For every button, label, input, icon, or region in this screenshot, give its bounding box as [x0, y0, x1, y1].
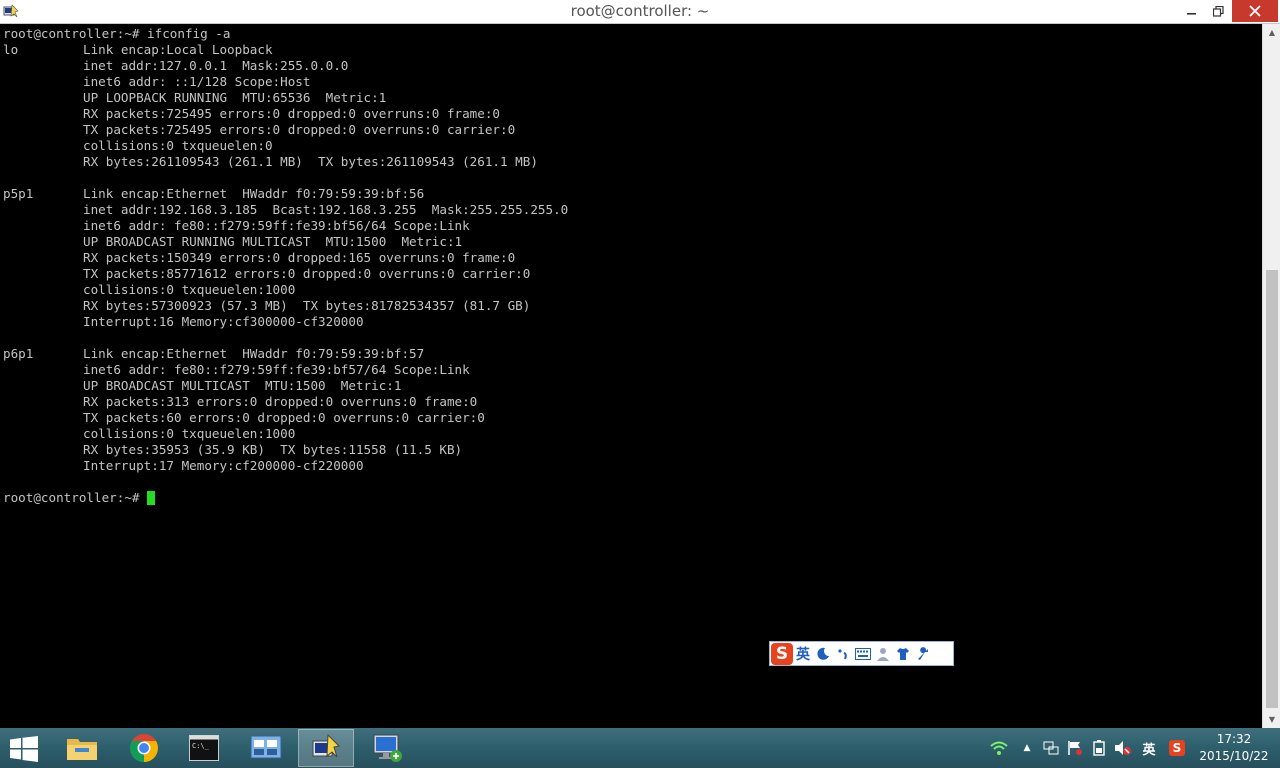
terminal-line-6-col2: TX packets:725495 errors:0 dropped:0 ove…: [83, 122, 516, 137]
window-title: root@controller: ~: [570, 2, 710, 20]
moon-icon[interactable]: [813, 643, 833, 665]
minimize-button[interactable]: [1178, 0, 1206, 22]
chrome-icon: [129, 734, 158, 763]
vertical-scrollbar[interactable]: ▲ ▼: [1262, 24, 1280, 728]
terminal-line-3-col2: inet6 addr: ::1/128 Scope:Host: [83, 74, 311, 89]
keyboard-icon[interactable]: [853, 643, 873, 665]
user-icon[interactable]: [873, 643, 893, 665]
scroll-up-arrow-icon[interactable]: ▲: [1263, 24, 1280, 41]
battery-icon[interactable]: [1090, 739, 1108, 757]
scrollbar-thumb[interactable]: [1266, 270, 1278, 708]
terminal-line-1-col1: lo: [3, 42, 19, 57]
terminal-line-10-col1: p5p1: [3, 186, 34, 201]
terminal-line-20-col2: Link encap:Ethernet HWaddr f0:79:59:39:b…: [83, 346, 425, 361]
windows-start-icon[interactable]: [10, 736, 38, 762]
terminal-line-25-col2: collisions:0 txqueuelen:1000: [83, 426, 296, 441]
wifi-icon[interactable]: [990, 739, 1008, 757]
terminal-line-1-col2: Link encap:Local Loopback: [83, 42, 273, 57]
svg-text:C:\_: C:\_: [192, 742, 210, 750]
close-button[interactable]: [1232, 0, 1278, 22]
title-bar: root@controller: ~: [0, 0, 1280, 24]
cmd-icon: C:\_: [189, 735, 219, 761]
terminal-line-16-col2: collisions:0 txqueuelen:1000: [83, 282, 296, 297]
taskbar-remote-desktop[interactable]: [360, 729, 416, 767]
action-center-flag-icon[interactable]: [1066, 739, 1084, 757]
control-panel-icon: [250, 735, 282, 759]
show-hidden-icons-icon[interactable]: ▲: [1018, 739, 1036, 757]
terminal-line-10-col2: Link encap:Ethernet HWaddr f0:79:59:39:b…: [83, 186, 425, 201]
clock-time: 17:32: [1216, 732, 1252, 746]
taskbar: C:\_ ▲ 英 S 17:32 2015/10/22: [0, 728, 1280, 768]
terminal-line-14-col2: RX packets:150349 errors:0 dropped:165 o…: [83, 250, 516, 265]
terminal-line-21-col2: inet6 addr: fe80::f279:59ff:fe39:bf57/64…: [83, 362, 470, 377]
wrench-icon[interactable]: [913, 643, 933, 665]
sogou-tray-icon[interactable]: S: [1168, 739, 1186, 757]
restore-button[interactable]: [1204, 0, 1232, 22]
terminal-line-2-col2: inet addr:127.0.0.1 Mask:255.0.0.0: [83, 58, 349, 73]
terminal-line-26-col2: RX bytes:35953 (35.9 KB) TX bytes:11558 …: [83, 442, 463, 457]
taskbar-cmd[interactable]: C:\_: [176, 729, 232, 767]
scroll-down-arrow-icon[interactable]: ▼: [1263, 711, 1280, 728]
network-icon[interactable]: [1042, 739, 1060, 757]
volume-muted-icon[interactable]: [1114, 739, 1132, 757]
terminal-line-5-col2: RX packets:725495 errors:0 dropped:0 ove…: [83, 106, 501, 121]
terminal-line-27-col2: Interrupt:17 Memory:cf200000-cf220000: [83, 458, 364, 473]
terminal-cursor: [147, 491, 156, 505]
terminal-line-29-col1: root@controller:~#: [3, 490, 148, 505]
putty-icon: [312, 733, 341, 758]
input-language-indicator[interactable]: 英: [1140, 739, 1158, 758]
terminal-line-17-col2: RX bytes:57300923 (57.3 MB) TX bytes:817…: [83, 298, 531, 313]
taskbar-putty[interactable]: [298, 729, 354, 767]
ime-language-toggle[interactable]: 英: [793, 643, 813, 665]
taskbar-file-explorer[interactable]: [54, 729, 110, 767]
terminal-line-4-col2: UP LOOPBACK RUNNING MTU:65536 Metric:1: [83, 90, 387, 105]
terminal-line-7-col2: collisions:0 txqueuelen:0: [83, 138, 273, 153]
remote-desktop-icon: [373, 734, 402, 762]
clock-date: 2015/10/22: [1199, 749, 1269, 763]
terminal-line-24-col2: TX packets:60 errors:0 dropped:0 overrun…: [83, 410, 485, 425]
clock[interactable]: 17:32 2015/10/22: [1194, 731, 1274, 765]
terminal-line-0-col1: root@controller:~# ifconfig -a: [3, 26, 231, 41]
terminal-line-20-col1: p6p1: [3, 346, 34, 361]
punctuation-icon[interactable]: [833, 643, 853, 665]
sogou-logo-icon[interactable]: S: [771, 642, 793, 665]
terminal-line-8-col2: RX bytes:261109543 (261.1 MB) TX bytes:2…: [83, 154, 538, 169]
terminal-output[interactable]: root@controller:~# ifconfig -a lo Link enc…: [0, 24, 1262, 728]
taskbar-chrome[interactable]: [116, 729, 172, 767]
terminal-line-15-col2: TX packets:85771612 errors:0 dropped:0 o…: [83, 266, 531, 281]
terminal-line-11-col2: inet addr:192.168.3.185 Bcast:192.168.3.…: [83, 202, 569, 217]
taskbar-control-panel[interactable]: [238, 729, 294, 767]
terminal-line-23-col2: RX packets:313 errors:0 dropped:0 overru…: [83, 394, 478, 409]
shirt-icon[interactable]: [893, 643, 913, 665]
ime-toolbar[interactable]: S 英: [769, 641, 954, 666]
terminal-line-13-col2: UP BROADCAST RUNNING MULTICAST MTU:1500 …: [83, 234, 463, 249]
terminal-line-12-col2: inet6 addr: fe80::f279:59ff:fe39:bf56/64…: [83, 218, 470, 233]
terminal-line-22-col2: UP BROADCAST MULTICAST MTU:1500 Metric:1: [83, 378, 402, 393]
file-explorer-icon: [67, 739, 97, 760]
terminal-line-18-col2: Interrupt:16 Memory:cf300000-cf320000: [83, 314, 364, 329]
